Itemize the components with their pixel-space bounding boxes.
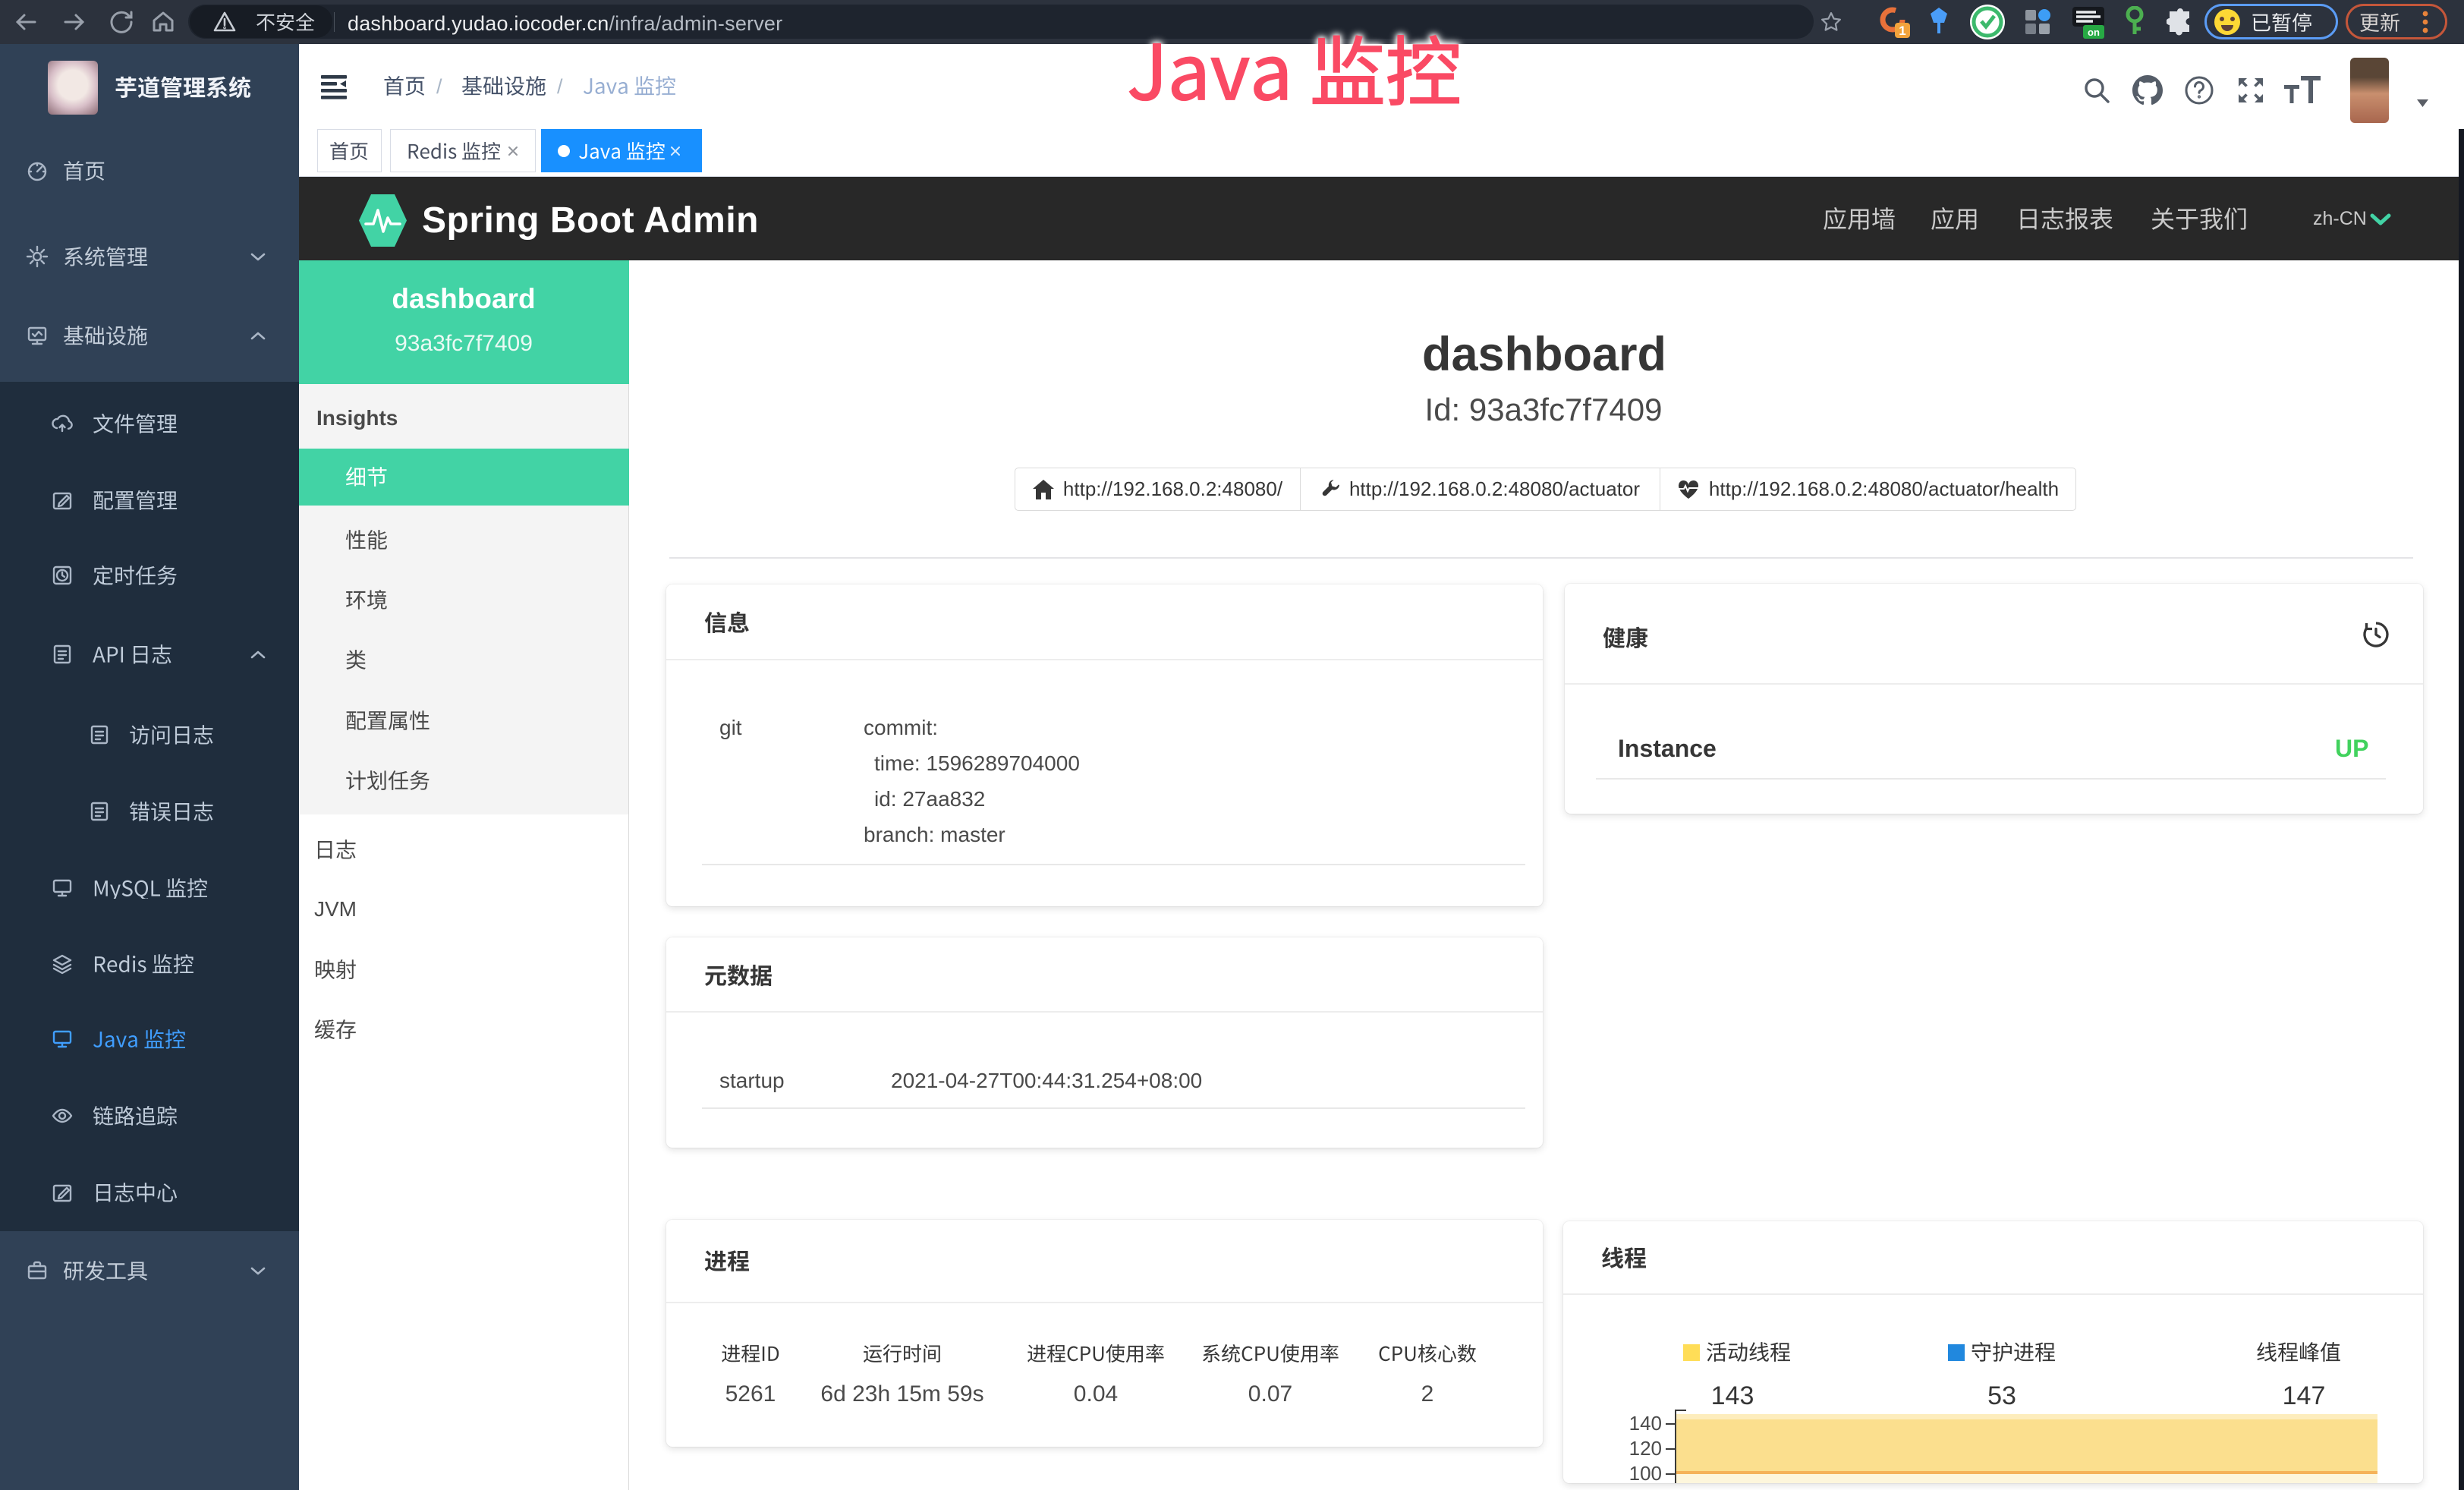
svg-text:on: on xyxy=(2088,27,2100,38)
svg-text:1: 1 xyxy=(1899,24,1905,38)
